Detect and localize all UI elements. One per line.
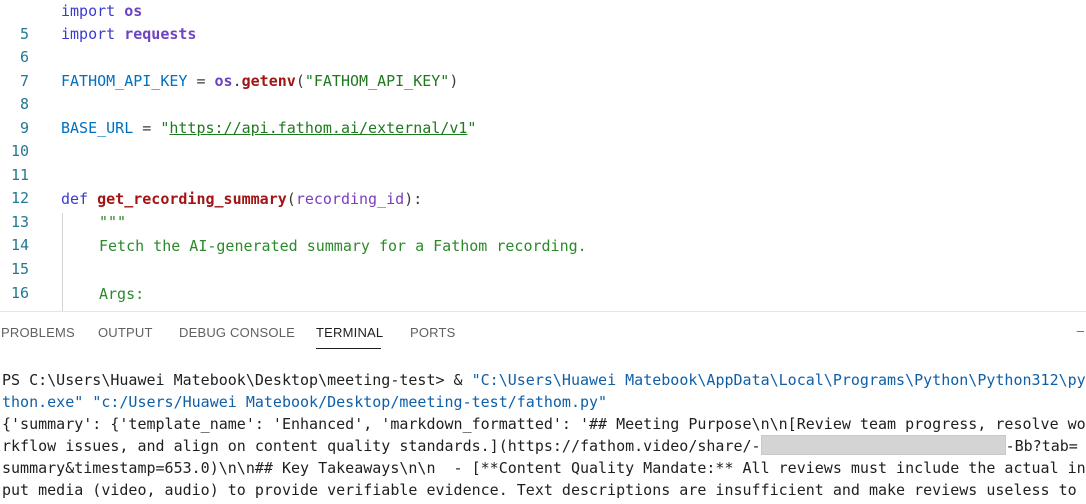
module-name: requests	[124, 25, 197, 43]
panel-menu-icon[interactable]: –	[1077, 323, 1084, 338]
output-text: -Bb?tab=	[1005, 437, 1078, 455]
terminal-line: thon.exe" "c:/Users/Huawei Matebook/Desk…	[2, 391, 607, 413]
output-text: {'summary': {'template_name': 'Enhanced'…	[2, 415, 1086, 433]
function-name: getenv	[241, 72, 296, 90]
string-quote: "	[467, 119, 477, 137]
tab-terminal[interactable]: TERMINAL	[316, 325, 383, 340]
output-text: rkflow issues, and align on content qual…	[2, 437, 761, 455]
code-line[interactable]: 5 import os	[0, 0, 142, 43]
code-line[interactable]: 13 def get_recording_summary(recording_i…	[0, 188, 422, 231]
panel-tabs: PROBLEMS OUTPUT DEBUG CONSOLE TERMINAL P…	[0, 312, 1086, 352]
tab-ports[interactable]: PORTS	[410, 325, 456, 340]
terminal-line: summary&timestamp=653.0)\n\n## Key Takea…	[2, 457, 1086, 479]
operator: =	[133, 119, 161, 137]
operator: =	[187, 72, 215, 90]
tab-output[interactable]: OUTPUT	[98, 325, 153, 340]
bracket: ):	[404, 190, 423, 208]
terminal-output[interactable]: PS C:\Users\Huawei Matebook\Desktop\meet…	[0, 368, 1086, 504]
code-line[interactable]: 16	[0, 259, 36, 302]
output-text: put media (video, audio) to provide veri…	[2, 481, 1077, 499]
bracket: (	[295, 72, 305, 90]
code-line[interactable]: 11	[0, 141, 36, 184]
terminal-line: put media (video, audio) to provide veri…	[2, 479, 1077, 501]
command-path: "C:\Users\Huawei Matebook\AppData\Local\…	[471, 371, 1086, 389]
code-line[interactable]: 6 import requests	[0, 23, 197, 66]
bracket: (	[286, 190, 296, 208]
keyword-import: import	[61, 25, 116, 43]
redacted-block	[760, 435, 1006, 455]
function-name: get_recording_summary	[97, 190, 287, 208]
keyword-def: def	[61, 190, 89, 208]
parameter-name: recording_id	[295, 190, 405, 208]
code-line[interactable]: 9	[0, 94, 36, 137]
string-literal: "FATHOM_API_KEY"	[304, 72, 450, 90]
terminal-prompt: PS C:\Users\Huawei Matebook\Desktop\meet…	[2, 371, 472, 389]
docstring: Args:	[99, 285, 145, 303]
code-line[interactable]: 10 BASE_URL = "https://api.fathom.ai/ext…	[0, 117, 476, 160]
url-link[interactable]: https://api.fathom.ai/external/v1	[169, 119, 467, 137]
code-line[interactable]: 14 """	[0, 211, 126, 254]
constant-name: BASE_URL	[61, 119, 134, 137]
tab-debug-console[interactable]: DEBUG CONSOLE	[179, 325, 295, 340]
terminal-line: PS C:\Users\Huawei Matebook\Desktop\meet…	[2, 369, 1086, 391]
constant-name: FATHOM_API_KEY	[61, 72, 188, 90]
keyword-import: import	[61, 2, 116, 20]
operator: .	[232, 72, 242, 90]
docstring: """	[99, 213, 127, 231]
bracket: )	[449, 72, 459, 90]
indent-guide	[62, 213, 63, 311]
tab-problems[interactable]: PROBLEMS	[1, 325, 75, 340]
module-name: os	[124, 2, 143, 20]
bottom-panel: PROBLEMS OUTPUT DEBUG CONSOLE TERMINAL P…	[0, 311, 1086, 504]
output-text: summary&timestamp=653.0)\n\n## Key Takea…	[2, 459, 1086, 477]
code-line[interactable]: 17 Args:	[0, 283, 144, 311]
active-tab-indicator	[316, 348, 381, 349]
code-line[interactable]: 7	[0, 47, 36, 90]
command-script-path: "c:/Users/Huawei Matebook/Desktop/meetin…	[92, 393, 608, 411]
object-name: os	[214, 72, 233, 90]
code-line[interactable]: 8 FATHOM_API_KEY = os.getenv("FATHOM_API…	[0, 70, 458, 113]
docstring: Fetch the AI-generated summary for a Fat…	[99, 237, 587, 255]
code-line[interactable]: 15 Fetch the AI-generated summary for a …	[0, 235, 587, 278]
terminal-line: rkflow issues, and align on content qual…	[2, 435, 1078, 457]
code-editor[interactable]: 5 import os 6 import requests 7 8 FATHOM…	[0, 0, 1086, 311]
command-path: thon.exe"	[2, 393, 84, 411]
code-line[interactable]: 12	[0, 164, 36, 207]
terminal-line: {'summary': {'template_name': 'Enhanced'…	[2, 413, 1086, 435]
